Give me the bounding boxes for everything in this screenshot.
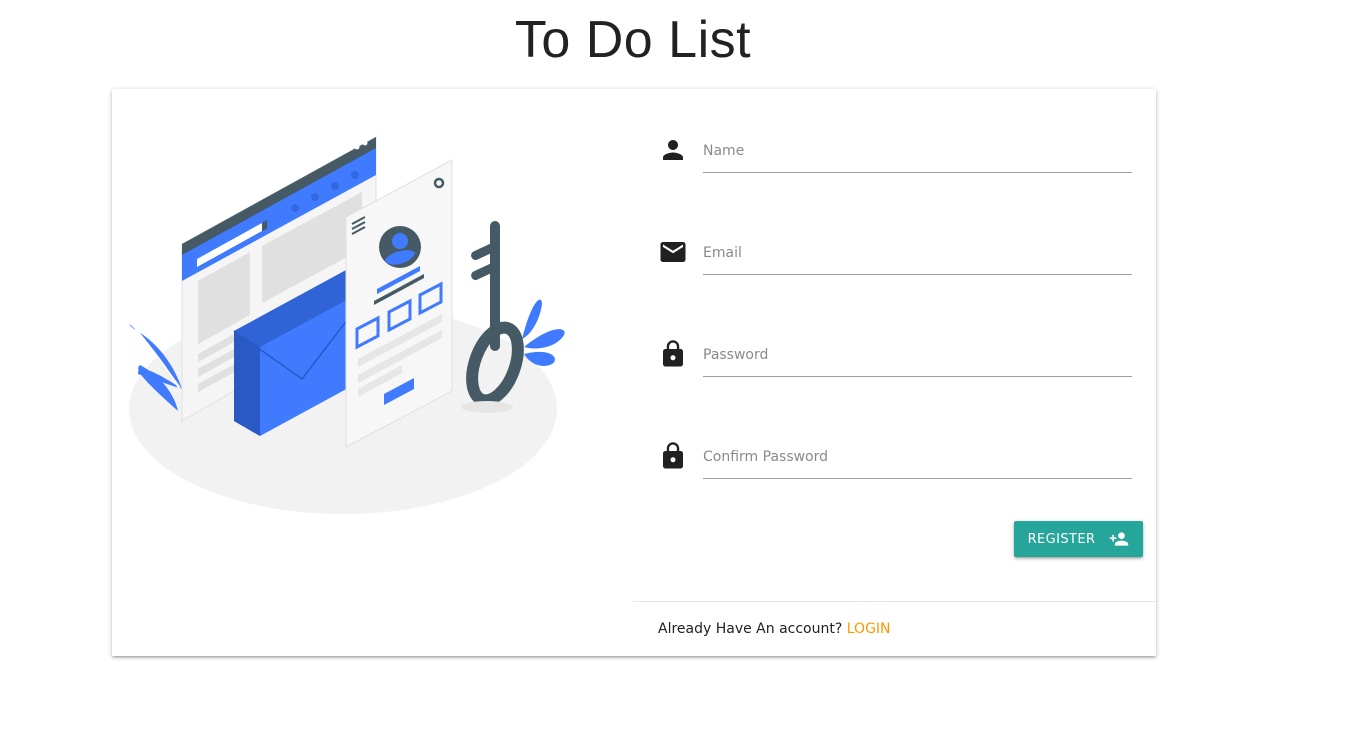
email-input[interactable] [703, 231, 1132, 275]
confirm-password-field-group [658, 435, 1133, 485]
register-button-label: REGISTER [1027, 531, 1096, 547]
login-illustration [112, 89, 633, 656]
login-prompt-text: Already Have An account? [658, 621, 843, 637]
name-field-group [658, 129, 1133, 179]
login-link[interactable]: LOGIN [847, 621, 891, 637]
register-card: REGISTER Already Have An account? LOGIN [112, 89, 1156, 656]
lock-icon [658, 339, 688, 369]
email-field-group [658, 231, 1133, 281]
person-add-icon [1110, 532, 1129, 546]
password-field-group [658, 333, 1133, 383]
name-input[interactable] [703, 129, 1132, 173]
register-button[interactable]: REGISTER [1014, 521, 1143, 557]
page-title: To Do List [514, 11, 752, 69]
card-footer: Already Have An account? LOGIN [633, 601, 1156, 656]
email-icon [658, 237, 688, 267]
lock-icon [658, 441, 688, 471]
password-input[interactable] [703, 333, 1132, 377]
person-icon [658, 135, 688, 165]
register-form: REGISTER Already Have An account? LOGIN [633, 89, 1156, 656]
security-illustration-image [129, 136, 565, 514]
confirm-password-input[interactable] [703, 435, 1132, 479]
login-prompt: Already Have An account? LOGIN [658, 621, 891, 637]
